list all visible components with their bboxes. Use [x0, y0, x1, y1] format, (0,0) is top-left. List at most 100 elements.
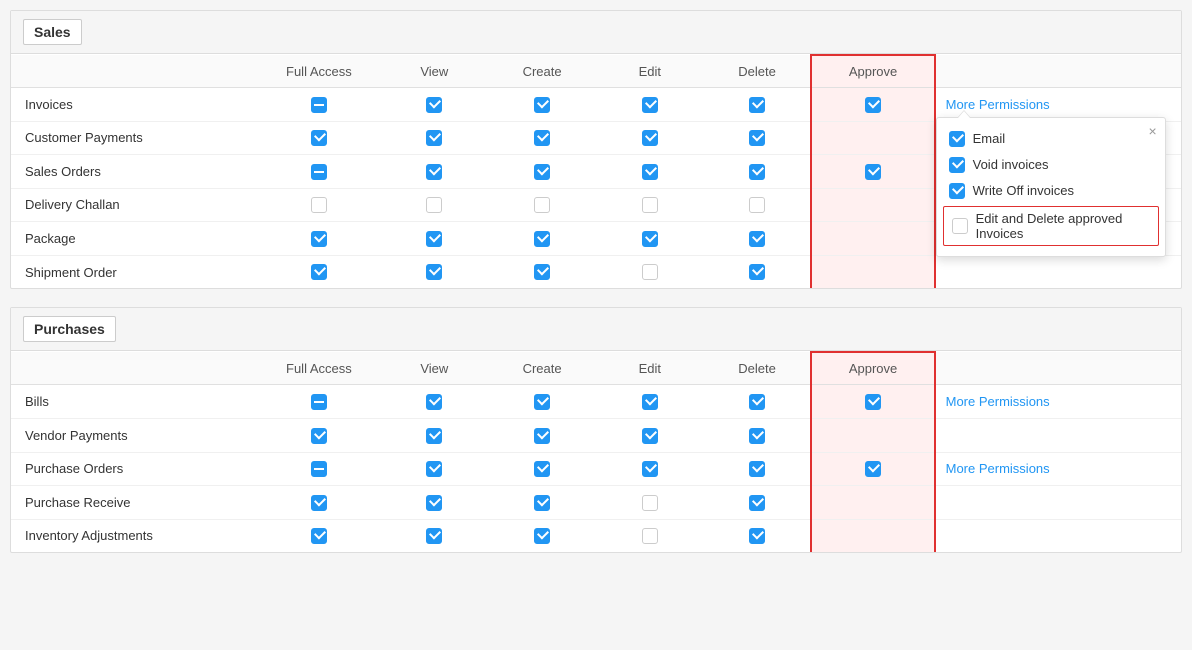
checkbox[interactable] [749, 394, 765, 410]
checkbox[interactable] [311, 231, 327, 247]
checkbox[interactable] [749, 461, 765, 477]
more-cell: More Permissions×EmailVoid invoicesWrite… [935, 88, 1181, 122]
checkbox[interactable] [949, 183, 965, 199]
checkbox[interactable] [642, 130, 658, 146]
popup-item: Write Off invoices [937, 178, 1165, 204]
row-label: Invoices [11, 88, 257, 122]
popup-item: Email [937, 126, 1165, 152]
checkbox[interactable] [642, 264, 658, 280]
sales-header-create: Create [488, 55, 596, 88]
checkbox[interactable] [534, 197, 550, 213]
checkbox[interactable] [642, 231, 658, 247]
checkbox[interactable] [749, 264, 765, 280]
checkbox[interactable] [426, 461, 442, 477]
checkbox[interactable] [311, 97, 327, 113]
checkbox[interactable] [534, 130, 550, 146]
checkbox[interactable] [426, 495, 442, 511]
sales-header-view: View [380, 55, 488, 88]
checkbox[interactable] [311, 394, 327, 410]
checkbox[interactable] [952, 218, 968, 234]
checkbox[interactable] [426, 164, 442, 180]
checkbox[interactable] [642, 97, 658, 113]
more-permissions-link[interactable]: More Permissions [946, 461, 1050, 476]
checkbox[interactable] [642, 394, 658, 410]
more-cell: More Permissions [935, 452, 1181, 486]
checkbox[interactable] [865, 164, 881, 180]
checkbox[interactable] [311, 264, 327, 280]
purchases-section: Purchases Full Access View Create Edit D… [10, 307, 1182, 553]
more-cell: More Permissions [935, 385, 1181, 419]
purchases-header-full-access: Full Access [257, 352, 380, 385]
checkbox[interactable] [534, 428, 550, 444]
checkbox[interactable] [949, 157, 965, 173]
checkbox[interactable] [749, 428, 765, 444]
checkbox[interactable] [534, 461, 550, 477]
checkbox[interactable] [949, 131, 965, 147]
create-cell [488, 121, 596, 155]
checkbox[interactable] [534, 394, 550, 410]
checkbox[interactable] [749, 528, 765, 544]
create-cell [488, 222, 596, 256]
checkbox[interactable] [749, 495, 765, 511]
checkbox[interactable] [534, 495, 550, 511]
table-row: Purchase OrdersMore Permissions [11, 452, 1181, 486]
checkbox[interactable] [749, 130, 765, 146]
checkbox[interactable] [534, 231, 550, 247]
checkbox[interactable] [311, 428, 327, 444]
checkbox[interactable] [642, 495, 658, 511]
checkbox[interactable] [311, 197, 327, 213]
checkbox[interactable] [642, 461, 658, 477]
checkbox[interactable] [749, 164, 765, 180]
checkbox[interactable] [311, 461, 327, 477]
view-cell [380, 188, 488, 222]
view-cell [380, 385, 488, 419]
sales-section-header: Sales [11, 11, 1181, 54]
checkbox[interactable] [865, 97, 881, 113]
checkbox[interactable] [426, 264, 442, 280]
delete-cell [704, 155, 812, 189]
checkbox[interactable] [749, 197, 765, 213]
checkbox[interactable] [534, 264, 550, 280]
checkbox[interactable] [426, 97, 442, 113]
close-icon[interactable]: × [1148, 124, 1156, 138]
create-cell [488, 385, 596, 419]
checkbox[interactable] [534, 164, 550, 180]
sales-table: Full Access View Create Edit Delete Appr… [11, 54, 1181, 288]
checkbox[interactable] [426, 130, 442, 146]
checkbox[interactable] [642, 164, 658, 180]
more-permissions-container: More Permissions [946, 394, 1050, 409]
checkbox[interactable] [749, 97, 765, 113]
checkbox[interactable] [311, 130, 327, 146]
checkbox[interactable] [426, 231, 442, 247]
checkbox[interactable] [426, 197, 442, 213]
more-permissions-link[interactable]: More Permissions [946, 394, 1050, 409]
delete-cell [704, 486, 812, 520]
checkbox[interactable] [426, 428, 442, 444]
checkbox[interactable] [311, 528, 327, 544]
checkbox[interactable] [426, 394, 442, 410]
checkbox[interactable] [534, 528, 550, 544]
row-label: Delivery Challan [11, 188, 257, 222]
purchases-title: Purchases [23, 316, 116, 342]
sales-col-name [11, 55, 257, 88]
checkbox[interactable] [642, 528, 658, 544]
full-access-cell [257, 88, 380, 122]
delete-cell [704, 519, 812, 552]
checkbox[interactable] [642, 197, 658, 213]
view-cell [380, 121, 488, 155]
approve-cell [811, 519, 934, 552]
popup-item-label: Void invoices [973, 157, 1049, 172]
checkbox[interactable] [749, 231, 765, 247]
checkbox[interactable] [642, 428, 658, 444]
checkbox[interactable] [865, 394, 881, 410]
checkbox[interactable] [426, 528, 442, 544]
checkbox[interactable] [534, 97, 550, 113]
approve-cell [811, 486, 934, 520]
checkbox[interactable] [865, 461, 881, 477]
checkbox[interactable] [311, 164, 327, 180]
row-label: Shipment Order [11, 255, 257, 288]
full-access-cell [257, 486, 380, 520]
create-cell [488, 255, 596, 288]
row-label: Package [11, 222, 257, 256]
checkbox[interactable] [311, 495, 327, 511]
